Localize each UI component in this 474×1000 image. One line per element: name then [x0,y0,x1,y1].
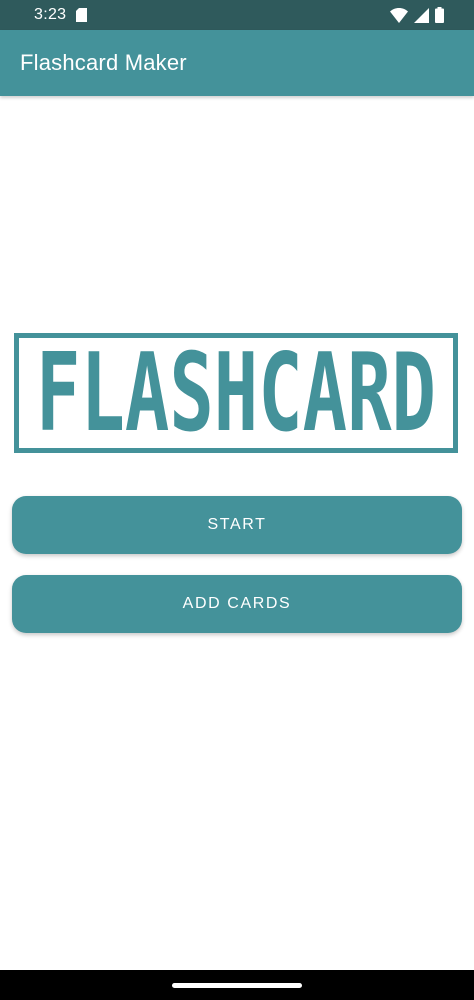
app-title: Flashcard Maker [20,50,187,75]
navigation-bar [0,970,474,1000]
battery-icon [435,7,444,23]
wifi-icon [390,7,408,23]
flashcard-logo: FLASHCARD [14,333,458,453]
app-screen: 3:23 Flashcard Maker FLASHCARD START ADD… [0,0,474,1000]
logo-text: FLASHCARD [36,338,436,448]
cell-signal-icon [414,7,429,23]
flashcard-logo-art: FLASHCARD [36,338,436,448]
sd-card-icon [76,8,87,22]
start-button[interactable]: START [12,496,462,554]
status-icons [390,7,444,23]
app-bar: Flashcard Maker [0,30,474,96]
add-cards-button[interactable]: ADD CARDS [12,575,462,633]
status-bar: 3:23 [0,0,474,30]
home-indicator[interactable] [172,983,302,988]
status-time: 3:23 [34,6,67,23]
